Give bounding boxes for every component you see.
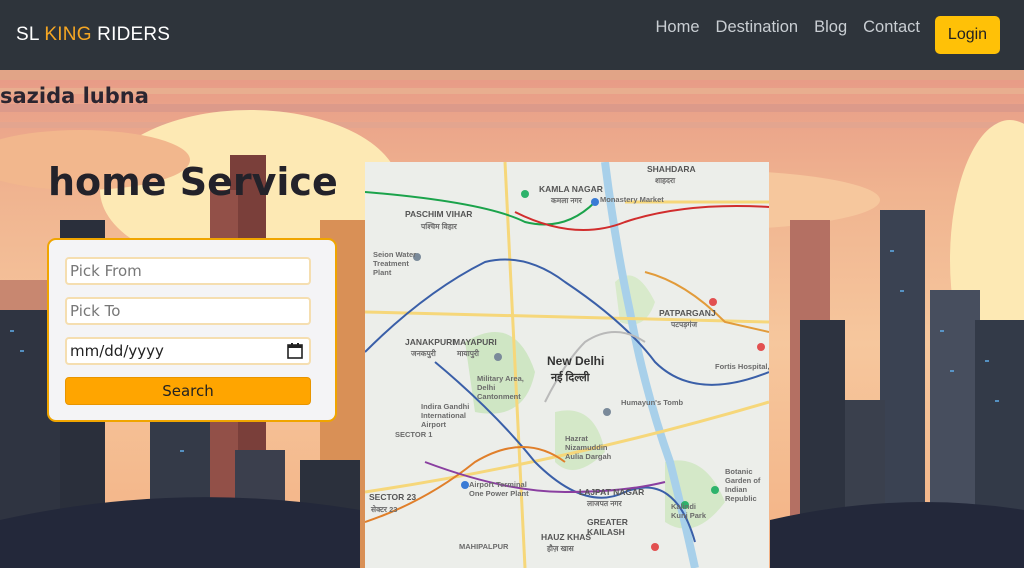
nav-link-contact[interactable]: Contact [863, 18, 920, 37]
navbar: SL KING RIDERS Home Destination Blog Con… [0, 0, 1024, 70]
map-label-janakpuri-hi: जनकपुरी [411, 349, 436, 358]
map-label-sector-23-hi: सेक्टर 23 [371, 505, 398, 514]
map-label-lajpat-nagar: LAJPAT NAGAR [579, 487, 645, 497]
map-label-humayun: Humayun's Tomb [621, 398, 684, 407]
map-label-hauz-khas-hi: हौज़ खास [547, 544, 574, 553]
brand-part-1: SL [16, 24, 45, 45]
map-label-mahipalpur: MAHIPALPUR [459, 542, 509, 551]
map-label-military-area: Military Area, Delhi Cantonment [477, 374, 524, 401]
map-label-hazrat: Hazrat Nizamuddin Aulia Dargah [565, 434, 612, 461]
map-label-botanic: Botanic Garden of Indian Republic [725, 467, 761, 503]
date-value: mm/dd/yyyy [70, 342, 164, 360]
search-form-card: mm/dd/yyyy Search [47, 238, 337, 422]
map-label-shahdara: SHAHDARA [647, 164, 696, 174]
map-label-shahdara-hi: शाहदरा [655, 176, 676, 185]
map-label-monastery: Monastery Market [600, 195, 664, 204]
map-label-patparganj: PATPARGANJ [659, 308, 716, 318]
map-label-greater-kailash: GREATER KAILASH [587, 517, 628, 537]
login-button[interactable]: Login [935, 16, 1000, 54]
map-label-patparganj-hi: पटपड़गंज [671, 320, 698, 329]
map-view[interactable]: SHAHDARA शाहदरा KAMLA NAGAR कमला नगर Mon… [365, 162, 769, 568]
calendar-icon[interactable] [287, 343, 303, 359]
pick-from-input[interactable] [65, 257, 311, 285]
map-label-paschim-vihar-hi: पश्चिम विहार [421, 222, 457, 231]
map-label-seion-water: Seion Water Treatment Plant [373, 250, 417, 277]
map-label-mayapuri: MAYAPURI [453, 337, 497, 347]
map-label-janakpuri: JANAKPURI [405, 337, 455, 347]
map-label-kamla-nagar-hi: कमला नगर [551, 196, 582, 205]
map-label-hauz-khas: HAUZ KHAS [541, 532, 592, 542]
map-label-lajpat-nagar-hi: लाजपत नगर [587, 499, 622, 508]
pick-to-input[interactable] [65, 297, 311, 325]
brand-logo[interactable]: SL KING RIDERS [16, 24, 170, 46]
map-label-paschim-vihar: PASCHIM VIHAR [405, 209, 473, 219]
map-label-airport-terminal: Airport Terminal One Power Plant [469, 480, 529, 498]
user-name: sazida lubna [0, 84, 149, 108]
page-title: home Service [48, 160, 338, 204]
nav-link-blog[interactable]: Blog [814, 18, 847, 37]
map-label-fortis: Fortis Hospital, Noida [715, 362, 769, 371]
map-label-kamla-nagar: KAMLA NAGAR [539, 184, 603, 194]
brand-part-2: KING [44, 24, 92, 45]
map-label-mayapuri-hi: मायापुरी [457, 349, 479, 358]
date-input[interactable]: mm/dd/yyyy [65, 337, 311, 365]
map-label-igi-airport: Indira Gandhi International Airport [421, 402, 470, 429]
nav-links: Home Destination Blog Contact [656, 18, 920, 37]
map-label-new-delhi: New Delhi [547, 354, 605, 368]
map-label-sector-23: SECTOR 23 [369, 492, 417, 502]
map-label-sector-1: SECTOR 1 [395, 430, 433, 439]
map-label-kalindi: Kalindi Kunj Park [671, 502, 707, 520]
nav-link-home[interactable]: Home [656, 18, 700, 37]
map-label-new-delhi-hi: नई दिल्ली [551, 372, 590, 384]
nav-link-destination[interactable]: Destination [716, 18, 799, 37]
search-button[interactable]: Search [65, 377, 311, 405]
brand-part-3: RIDERS [91, 24, 171, 45]
